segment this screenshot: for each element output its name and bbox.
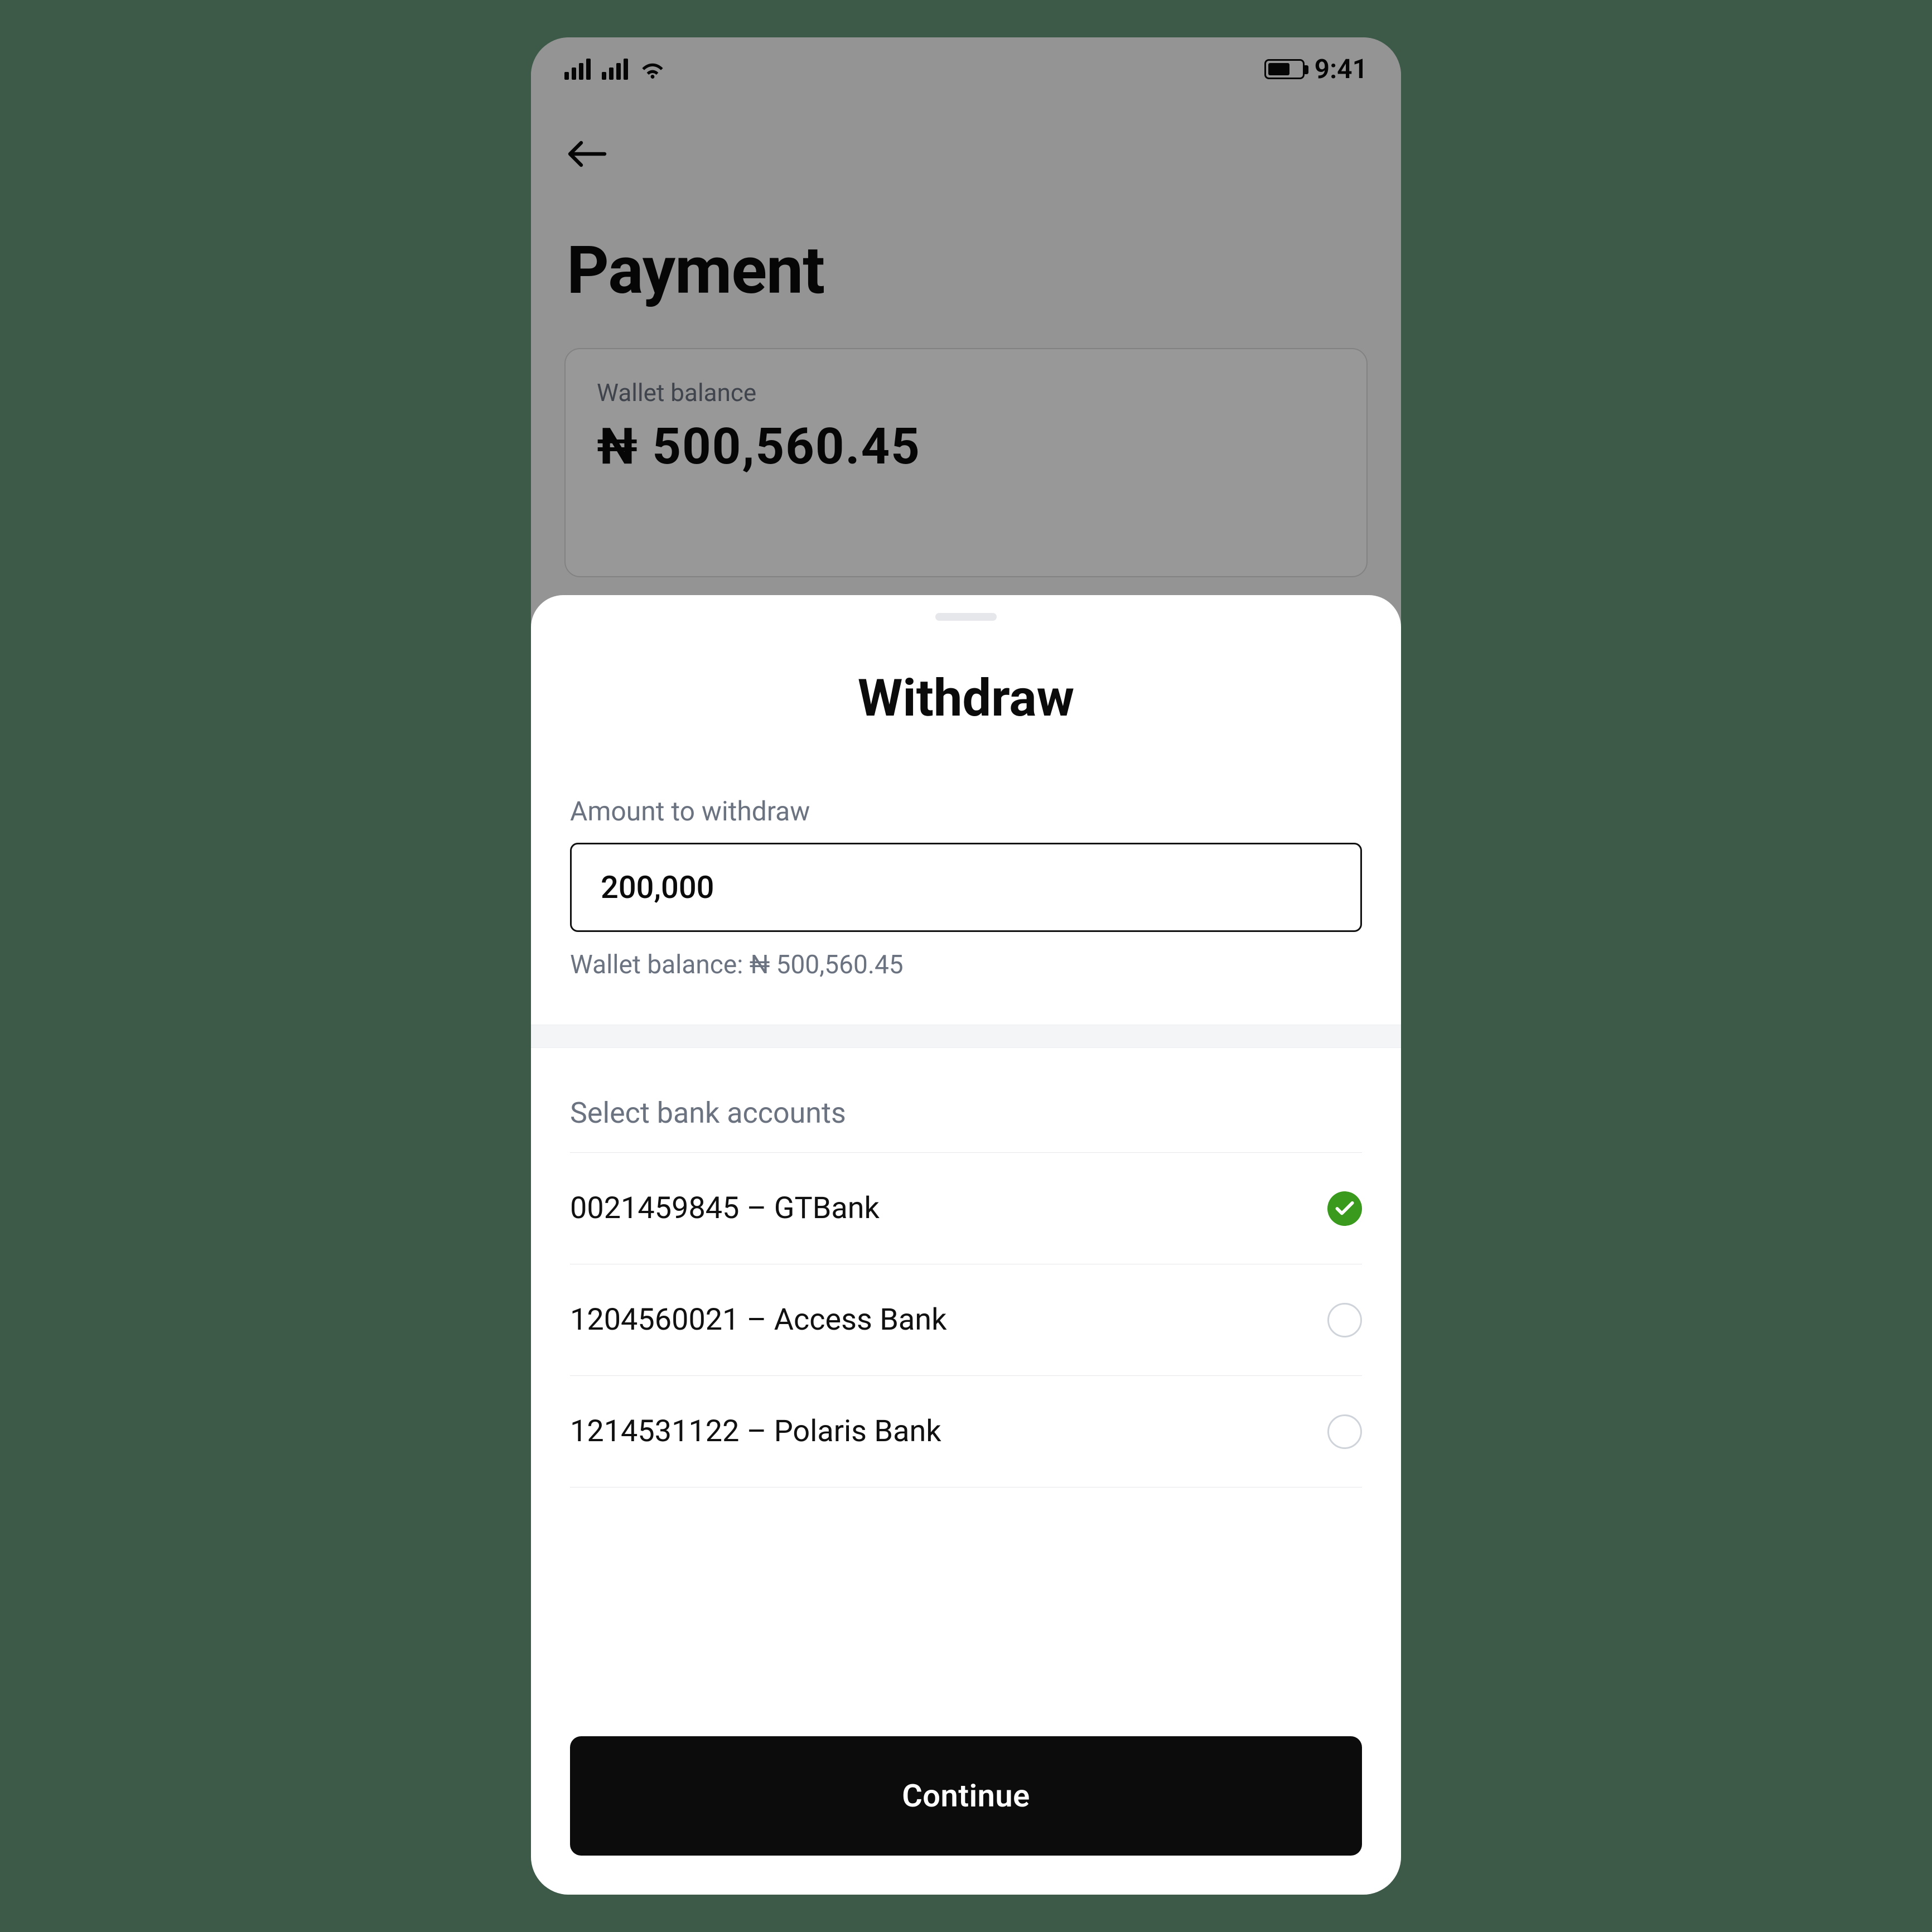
account-option-2[interactable]: 1214531122 – Polaris Bank [570,1375,1362,1487]
accounts-section: Select bank accounts 0021459845 – GTBank… [531,1048,1401,1487]
account-label: 0021459845 – GTBank [570,1191,880,1226]
section-divider [531,1025,1401,1048]
radio-unchecked-icon [1327,1414,1362,1449]
amount-input[interactable] [570,843,1362,932]
amount-label: Amount to withdraw [570,795,1362,827]
continue-button[interactable]: Continue [570,1736,1362,1856]
amount-section: Amount to withdraw Wallet balance: ₦ 500… [531,728,1401,980]
account-label: 1204560021 – Access Bank [570,1302,946,1337]
helper-amount: ₦ 500,560.45 [750,950,904,980]
helper-prefix: Wallet balance: [570,950,750,980]
withdraw-sheet: Withdraw Amount to withdraw Wallet balan… [531,595,1401,1895]
account-label: 1214531122 – Polaris Bank [570,1414,941,1449]
wallet-balance-helper: Wallet balance: ₦ 500,560.45 [570,950,1362,980]
radio-unchecked-icon [1327,1303,1362,1337]
accounts-label: Select bank accounts [570,1096,1362,1130]
account-option-0[interactable]: 0021459845 – GTBank [570,1152,1362,1264]
sheet-drag-handle[interactable] [935,613,997,621]
phone-frame: 9:41 Payment Wallet balance ₦ 500,560.45… [531,37,1401,1895]
sheet-title: Withdraw [531,669,1401,728]
check-circle-icon [1327,1191,1362,1226]
account-option-1[interactable]: 1204560021 – Access Bank [570,1264,1362,1375]
